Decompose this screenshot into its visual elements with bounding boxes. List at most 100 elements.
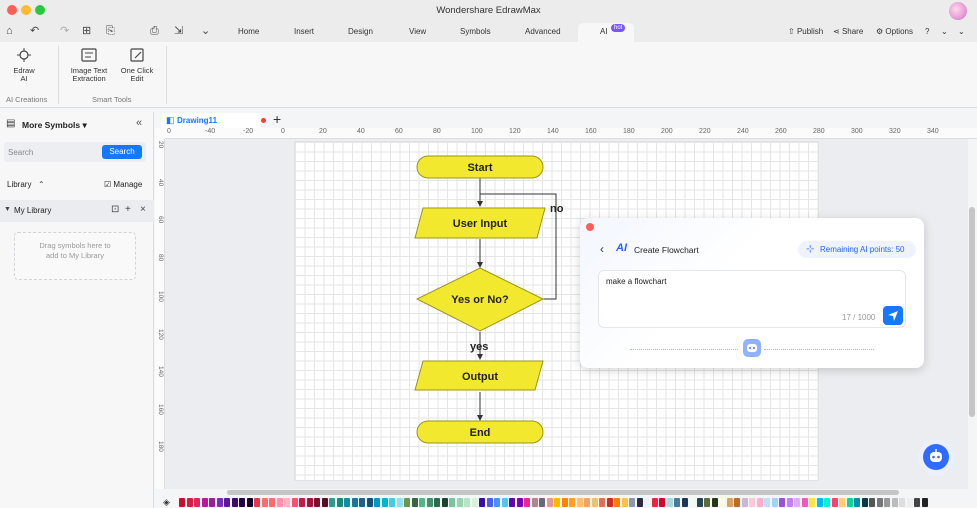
fill-bucket-icon[interactable]: ◈ <box>163 497 170 508</box>
color-swatch[interactable] <box>396 498 403 507</box>
prompt-input[interactable]: make a flowchart <box>606 277 866 301</box>
chevron-down-icon[interactable]: ⌄ <box>941 27 948 36</box>
vertical-scroll-thumb[interactable] <box>969 207 975 417</box>
back-arrow-icon[interactable]: ‹ <box>600 242 604 256</box>
chevron-up-icon[interactable]: ⌃ <box>38 180 45 189</box>
color-swatch[interactable] <box>389 498 395 507</box>
color-swatch[interactable] <box>696 498 703 507</box>
color-swatch[interactable] <box>786 498 793 507</box>
window-options-icon[interactable]: ⌄ <box>958 27 965 36</box>
color-swatch[interactable] <box>374 498 380 507</box>
color-swatch[interactable] <box>644 498 650 507</box>
color-swatch[interactable] <box>201 498 208 507</box>
library-drop-zone[interactable]: Drag symbols here to add to My Library <box>14 232 136 280</box>
color-swatch[interactable] <box>711 498 718 507</box>
color-swatch[interactable] <box>179 498 185 507</box>
color-swatch[interactable] <box>269 498 275 507</box>
color-swatch[interactable] <box>576 498 583 507</box>
color-swatch[interactable] <box>659 498 665 507</box>
color-swatch[interactable] <box>809 498 815 507</box>
color-swatch[interactable] <box>914 498 920 507</box>
color-swatch[interactable] <box>254 498 260 507</box>
color-swatch[interactable] <box>441 498 448 507</box>
color-swatch[interactable] <box>494 498 500 507</box>
color-swatch[interactable] <box>291 498 298 507</box>
color-swatch[interactable] <box>824 498 830 507</box>
manage-button[interactable]: ☑ Manage <box>104 180 142 189</box>
ai-assistant-button[interactable] <box>918 439 954 475</box>
color-swatch[interactable] <box>366 498 373 507</box>
color-swatch[interactable] <box>801 498 808 507</box>
color-swatch[interactable] <box>891 498 898 507</box>
edraw-ai-button[interactable]: Edraw AI <box>8 47 40 83</box>
color-swatch[interactable] <box>779 498 785 507</box>
color-swatch[interactable] <box>561 498 568 507</box>
color-swatch[interactable] <box>839 498 845 507</box>
collapse-panel-icon[interactable]: « <box>136 117 142 129</box>
tab-ai[interactable]: AI hot <box>578 23 634 42</box>
color-swatch[interactable] <box>464 498 470 507</box>
color-swatch[interactable] <box>756 498 763 507</box>
more-symbols-title[interactable]: More Symbols ▾ <box>22 120 87 131</box>
color-swatch[interactable] <box>614 498 620 507</box>
color-swatch[interactable] <box>524 498 530 507</box>
color-swatch[interactable] <box>329 498 335 507</box>
close-icon[interactable]: × <box>140 204 146 215</box>
color-swatch[interactable] <box>861 498 868 507</box>
color-swatch[interactable] <box>719 498 725 507</box>
color-swatch[interactable] <box>569 498 575 507</box>
color-swatch[interactable] <box>231 498 238 507</box>
color-swatch[interactable] <box>209 498 215 507</box>
color-swatch[interactable] <box>531 498 538 507</box>
color-swatch[interactable] <box>426 498 433 507</box>
user-avatar[interactable] <box>949 2 967 20</box>
color-swatch[interactable] <box>599 498 605 507</box>
tab-home[interactable]: Home <box>238 27 259 36</box>
color-swatch[interactable] <box>681 498 688 507</box>
color-swatch[interactable] <box>449 498 455 507</box>
color-swatch[interactable] <box>516 498 523 507</box>
vertical-scrollbar[interactable] <box>968 139 977 489</box>
tab-insert[interactable]: Insert <box>294 27 314 36</box>
tab-view[interactable]: View <box>409 27 426 36</box>
export-icon[interactable]: ⇲ <box>174 24 183 38</box>
image-text-extraction-button[interactable]: Image Text Extraction <box>66 47 112 83</box>
home-icon[interactable]: ⌂ <box>6 24 13 38</box>
close-dialog-button[interactable] <box>586 223 594 231</box>
color-swatch[interactable] <box>876 498 883 507</box>
color-swatch[interactable] <box>501 498 508 507</box>
search-button[interactable]: Search <box>102 145 142 159</box>
color-swatch[interactable] <box>831 498 838 507</box>
color-swatch[interactable] <box>314 498 320 507</box>
one-click-edit-button[interactable]: One Click Edit <box>117 47 157 83</box>
color-swatch[interactable] <box>546 498 553 507</box>
color-swatch[interactable] <box>734 498 740 507</box>
share-button[interactable]: ⋖ Share <box>833 27 863 36</box>
color-swatch[interactable] <box>419 498 425 507</box>
color-swatch[interactable] <box>606 498 613 507</box>
color-swatch[interactable] <box>794 498 800 507</box>
color-swatch[interactable] <box>921 498 928 507</box>
save-icon[interactable]: ⎘ <box>106 24 115 38</box>
color-swatch[interactable] <box>741 498 748 507</box>
color-swatch[interactable] <box>479 498 485 507</box>
color-swatch[interactable] <box>591 498 598 507</box>
horizontal-scroll-thumb[interactable] <box>227 490 899 495</box>
color-swatch[interactable] <box>846 498 853 507</box>
color-swatch[interactable] <box>726 498 733 507</box>
color-swatch[interactable] <box>749 498 755 507</box>
color-swatch[interactable] <box>359 498 365 507</box>
color-swatch[interactable] <box>194 498 200 507</box>
color-swatch[interactable] <box>816 498 823 507</box>
horizontal-scrollbar[interactable] <box>165 489 968 496</box>
color-swatch[interactable] <box>216 498 223 507</box>
color-swatch[interactable] <box>351 498 358 507</box>
color-swatch[interactable] <box>771 498 778 507</box>
color-swatch[interactable] <box>299 498 305 507</box>
help-icon[interactable]: ? <box>925 27 929 36</box>
color-swatch[interactable] <box>539 498 545 507</box>
color-swatch[interactable] <box>434 498 440 507</box>
color-swatch[interactable] <box>336 498 343 507</box>
color-swatch[interactable] <box>636 498 643 507</box>
color-swatch[interactable] <box>704 498 710 507</box>
